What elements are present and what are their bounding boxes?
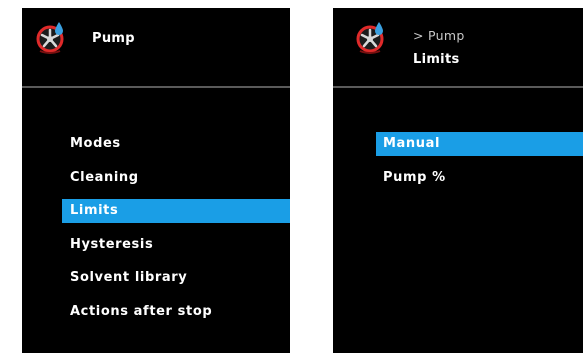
menu-item-solvent-library[interactable]: Solvent library	[22, 266, 290, 290]
screen-header: > Pump Limits	[333, 8, 583, 86]
pump-menu-screen: Pump Modes Cleaning Limits Hysteresis So…	[22, 8, 290, 353]
pump-menu: Modes Cleaning Limits Hysteresis Solvent…	[22, 132, 290, 334]
screen-header: Pump	[22, 8, 290, 86]
pump-icon	[356, 22, 384, 54]
menu-item-actions-after-stop[interactable]: Actions after stop	[22, 300, 290, 324]
menu-item-pump-percent[interactable]: Pump %	[333, 166, 583, 190]
header-divider	[22, 86, 290, 88]
menu-item-manual[interactable]: Manual	[376, 132, 583, 156]
limits-menu-screen: > Pump Limits Manual Pump %	[333, 8, 583, 353]
header-divider	[333, 86, 583, 88]
page-title: Limits	[413, 52, 460, 67]
pump-icon	[36, 22, 64, 54]
breadcrumb: > Pump	[413, 28, 465, 43]
menu-item-hysteresis[interactable]: Hysteresis	[22, 233, 290, 257]
menu-item-limits[interactable]: Limits	[62, 199, 290, 224]
page-title: Pump	[92, 31, 135, 46]
menu-item-cleaning[interactable]: Cleaning	[22, 166, 290, 190]
menu-item-modes[interactable]: Modes	[22, 132, 290, 156]
limits-menu: Manual Pump %	[333, 132, 583, 199]
